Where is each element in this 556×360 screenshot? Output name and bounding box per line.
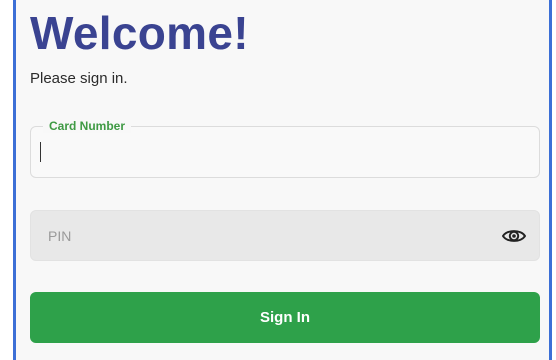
eye-icon — [502, 230, 526, 242]
show-pin-toggle[interactable] — [501, 224, 527, 248]
text-cursor — [40, 142, 41, 162]
pin-field[interactable]: PIN — [30, 210, 540, 261]
sign-in-button[interactable]: Sign In — [30, 292, 540, 343]
frame-border-right — [549, 0, 552, 360]
page-frame: Welcome! Please sign in. Card Number PIN… — [0, 0, 556, 360]
card-number-field[interactable]: Card Number — [30, 119, 540, 178]
card-number-label: Card Number — [43, 119, 132, 133]
page-title: Welcome! — [30, 7, 249, 59]
page-subtitle: Please sign in. — [30, 70, 128, 87]
pin-placeholder: PIN — [48, 228, 72, 244]
